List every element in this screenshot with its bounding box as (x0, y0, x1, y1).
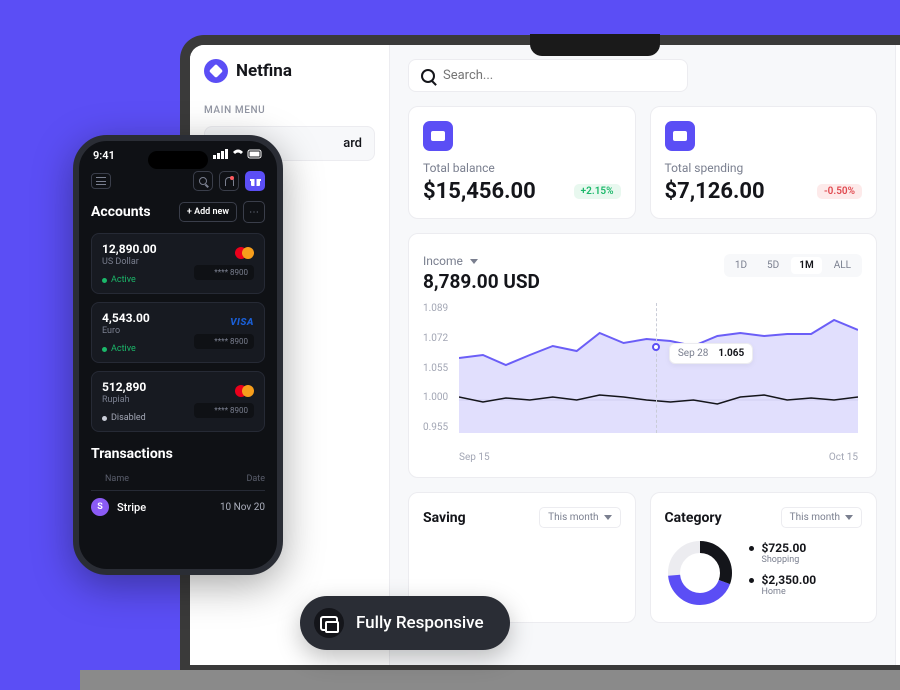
main-content: Total balance $15,456.00 +2.15% Total sp… (390, 45, 895, 665)
visa-icon: VISA (230, 317, 254, 328)
phone-frame: 9:41 Accounts + Add new ⋯ (73, 135, 283, 575)
chart-tooltip: Sep 28 1.065 (669, 343, 753, 364)
card-thumbnail: **** 8900 (194, 242, 254, 285)
devices-icon (314, 608, 344, 638)
change-badge: -0.50% (817, 184, 862, 199)
account-row[interactable]: 12,890.00 US Dollar Active **** 8900 (91, 233, 265, 294)
status-time: 9:41 (93, 149, 115, 162)
merchant-icon: S (91, 498, 109, 516)
search-input[interactable] (443, 68, 675, 83)
transaction-row[interactable]: S Stripe 10 Nov 20 (91, 498, 265, 516)
mastercard-icon (235, 385, 254, 397)
range-all[interactable]: ALL (826, 257, 859, 274)
accounts-heading: Accounts (91, 204, 151, 220)
search-field[interactable] (408, 59, 688, 92)
stat-label: Total spending (665, 161, 863, 175)
chart-point-marker (652, 343, 660, 351)
x-axis: Sep 15 Oct 15 (459, 452, 858, 463)
card-thumbnail: **** 8900 (194, 380, 254, 423)
category-item: $725.00 Shopping (749, 541, 817, 565)
gift-icon (250, 176, 261, 187)
chart-selector[interactable]: Income (423, 254, 540, 268)
crosshair-line (656, 303, 657, 433)
brand-logo[interactable]: Netfina (204, 59, 375, 83)
card-thumbnail: VISA **** 8900 (194, 311, 254, 354)
category-period-dropdown[interactable]: This month (781, 507, 862, 528)
saving-title: Saving (423, 510, 466, 526)
laptop-base (80, 670, 900, 690)
wallet-icon (423, 121, 453, 151)
account-row[interactable]: 512,890 Rupiah Disabled **** 8900 (91, 371, 265, 432)
status-dot-icon (102, 416, 107, 421)
dynamic-island (148, 151, 208, 169)
notifications-button[interactable] (219, 171, 239, 191)
logo-icon (204, 59, 228, 83)
more-options-button[interactable]: ⋯ (243, 201, 265, 223)
gift-button[interactable] (245, 171, 265, 191)
laptop-frame: Netfina MAIN MENU ard Total balance (180, 35, 900, 675)
right-rail: Accounts 12,890.00 US Dollar Active 4,54… (895, 45, 900, 665)
add-account-button[interactable]: + Add new (179, 202, 237, 222)
stat-total-spending: Total spending $7,126.00 -0.50% (650, 106, 878, 219)
topbar (408, 59, 877, 92)
category-card: Category This month (650, 492, 878, 623)
chevron-down-icon (845, 515, 853, 520)
y-axis: 1.089 1.072 1.055 1.000 0.955 (423, 303, 448, 433)
chevron-down-icon (604, 515, 612, 520)
category-title: Category (665, 510, 722, 526)
chevron-down-icon (470, 259, 478, 264)
range-1m[interactable]: 1M (791, 257, 821, 274)
card-icon (665, 121, 695, 151)
range-5d[interactable]: 5D (759, 257, 787, 274)
laptop-notch (530, 34, 660, 56)
line-chart[interactable] (459, 303, 858, 433)
desktop-app: Netfina MAIN MENU ard Total balance (190, 45, 900, 665)
stat-value: $15,456.00 (423, 179, 536, 204)
status-icons (213, 149, 263, 162)
donut-chart (665, 538, 735, 608)
transactions-header: Name Date (91, 472, 265, 491)
range-switcher: 1D 5D 1M ALL (724, 254, 862, 277)
range-1d[interactable]: 1D (727, 257, 755, 274)
search-button[interactable] (193, 171, 213, 191)
menu-section-label: MAIN MENU (204, 105, 375, 116)
mastercard-icon (235, 247, 254, 259)
stat-label: Total balance (423, 161, 621, 175)
search-icon (421, 69, 435, 83)
account-row[interactable]: 4,543.00 Euro Active VISA **** 8900 (91, 302, 265, 363)
responsive-badge: Fully Responsive (300, 596, 510, 650)
badge-text: Fully Responsive (356, 613, 484, 633)
category-item: $2,350.00 Home (749, 573, 817, 597)
legend-dot-icon (749, 546, 754, 551)
transactions-heading: Transactions (91, 446, 173, 462)
stat-total-balance: Total balance $15,456.00 +2.15% (408, 106, 636, 219)
stat-value: $7,126.00 (665, 179, 765, 204)
hamburger-menu-button[interactable] (91, 173, 111, 189)
change-badge: +2.15% (574, 184, 621, 199)
legend-dot-icon (749, 578, 754, 583)
status-dot-icon (102, 347, 107, 352)
saving-period-dropdown[interactable]: This month (539, 507, 620, 528)
chart-value: 8,789.00 USD (423, 270, 540, 293)
income-chart-card: Income 8,789.00 USD 1D 5D 1M ALL (408, 233, 877, 478)
brand-name: Netfina (236, 61, 292, 81)
notification-dot-icon (230, 176, 234, 180)
chart-area: 1.089 1.072 1.055 1.000 0.955 (423, 303, 862, 463)
status-dot-icon (102, 278, 107, 283)
